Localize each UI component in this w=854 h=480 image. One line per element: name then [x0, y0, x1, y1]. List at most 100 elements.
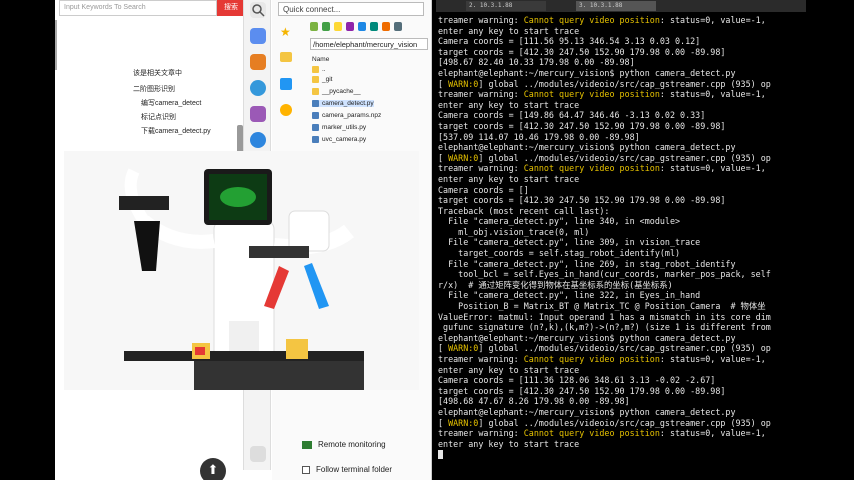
terminal-line: target coords = [412.30 247.50 152.90 17… — [438, 120, 726, 131]
checkbox[interactable] — [302, 465, 310, 474]
terminal-line: r/x) # 通过矩阵变化得到物体在基坐标系的坐标(基坐标系) — [438, 279, 673, 290]
terminal-line: Camera coords = [] — [438, 184, 529, 195]
terminal-line: treamer warning: Cannot query video posi… — [438, 15, 771, 25]
toc-item[interactable]: 下载camera_detect.py — [141, 126, 211, 136]
toc-item[interactable]: 编写camera_detect — [141, 98, 201, 108]
terminal-line: elephant@elephant:~/mercury_vision$ pyth… — [438, 142, 736, 153]
page-edge — [55, 20, 57, 70]
terminal-tab[interactable]: 2. 10.3.1.88 — [466, 1, 546, 11]
file-row[interactable]: marker_utils.py — [312, 124, 366, 131]
terminal-line: enter any key to start trace — [438, 438, 580, 449]
terminal-line: ValueError: matmul: Input operand 1 has … — [438, 311, 771, 322]
upload-icon[interactable] — [322, 22, 330, 31]
terminal-line: ml_obj.vision_trace(0, ml) — [438, 226, 590, 237]
terminal-line — [438, 449, 798, 460]
robot-video — [64, 151, 419, 390]
file-name: _git — [322, 76, 333, 84]
file-row[interactable]: uvc_camera.py — [312, 136, 366, 143]
follow-terminal-label: Follow terminal folder — [316, 465, 393, 474]
file-name: marker_utils.py — [322, 124, 367, 132]
terminal-line: [498.68 47.67 8.26 179.98 0.00 -89.98] — [438, 396, 630, 407]
terminal-line: File "camera_detect.py", line 309, in vi… — [438, 237, 701, 248]
folder-icon — [312, 88, 319, 95]
terminal-line: elephant@elephant:~/mercury_vision$ pyth… — [438, 406, 736, 417]
terminal-line: treamer warning: Cannot query video posi… — [438, 89, 771, 100]
refresh-icon[interactable] — [334, 22, 342, 31]
quick-connect-input[interactable]: Quick connect... — [278, 2, 424, 16]
toolbox-icon[interactable] — [250, 54, 266, 70]
terminal-icon[interactable] — [370, 22, 378, 31]
python-file-icon — [312, 100, 319, 107]
sftp-sidebar: ★ — [276, 22, 298, 152]
terminal-line: enter any key to start trace — [438, 99, 580, 110]
terminal-line: [ WARN:0] global ../modules/videoio/src/… — [438, 417, 771, 428]
terminal-line: Camera coords = [111.36 128.06 348.61 3.… — [438, 375, 716, 386]
toc-item[interactable]: 该是相关文章中 — [133, 68, 182, 78]
terminal-line: tool_bcl = self.Eyes_in_hand(cur_coords,… — [438, 269, 771, 280]
new-file-icon[interactable] — [382, 22, 390, 31]
arrow-up-icon[interactable]: ⬆ — [200, 458, 226, 480]
download-icon[interactable] — [346, 22, 354, 31]
tag-icon[interactable] — [250, 28, 266, 44]
toc-item[interactable]: 二阶图形识别 — [133, 84, 175, 94]
folder-icon[interactable] — [310, 22, 318, 31]
terminal-line: File "camera_detect.py", line 269, in st… — [438, 258, 736, 269]
file-name: camera_params.npz — [322, 112, 382, 120]
file-name: __pycache__ — [322, 88, 361, 96]
file-row[interactable]: camera_params.npz — [312, 112, 381, 119]
terminal-output: treamer warning: Cannot query video posi… — [438, 15, 798, 460]
settings-icon[interactable] — [250, 446, 266, 462]
terminal-line: enter any key to start trace — [438, 25, 580, 36]
star-icon[interactable]: ★ — [280, 26, 292, 38]
terminal-line: gufunc signature (n?,k),(k,m?)->(n?,m?) … — [438, 322, 771, 333]
blog-search-input[interactable]: Input Keywords To Search — [59, 0, 217, 16]
python-file-icon — [312, 124, 319, 131]
terminal-window[interactable]: treamer warning: Cannot query video posi… — [436, 12, 806, 480]
file-row[interactable]: camera_detect.py — [312, 100, 374, 108]
terminal-line: treamer warning: Cannot query video posi… — [438, 428, 771, 439]
terminal-line: target coords = [412.30 247.50 152.90 17… — [438, 46, 726, 57]
cursor — [438, 450, 443, 460]
home-icon[interactable] — [358, 22, 366, 31]
path-input[interactable]: /home/elephant/mercury_vision — [310, 38, 428, 50]
terminal-line: enter any key to start trace — [438, 364, 580, 375]
python-file-icon — [312, 136, 319, 143]
smiley-icon[interactable] — [280, 104, 292, 116]
terminal-line: elephant@elephant:~/mercury_vision$ pyth… — [438, 67, 736, 78]
terminal-line: File "camera_detect.py", line 340, in <m… — [438, 216, 681, 227]
file-list-header[interactable]: Name — [312, 56, 329, 63]
terminal-line: treamer warning: Cannot query video posi… — [438, 163, 771, 174]
remote-monitoring-label: Remote monitoring — [318, 440, 386, 449]
file-row[interactable]: __pycache__ — [312, 88, 361, 95]
file-row[interactable]: _git — [312, 76, 332, 83]
remote-monitoring-button[interactable]: Remote monitoring — [302, 440, 392, 460]
delete-icon[interactable] — [394, 22, 402, 31]
terminal-line: Camera coords = [149.86 64.47 346.46 -3.… — [438, 110, 706, 121]
terminal-line: File "camera_detect.py", line 322, in Ey… — [438, 290, 701, 301]
terminal-line: [ WARN:0] global ../modules/videoio/src/… — [438, 78, 771, 89]
monitor-icon — [302, 440, 312, 449]
terminal-tabbar: 2. 10.3.1.88 3. 10.3.1.88 — [436, 0, 806, 12]
terminal-line: enter any key to start trace — [438, 173, 580, 184]
user-icon[interactable] — [250, 80, 266, 96]
file-row[interactable]: .. — [312, 66, 326, 73]
terminal-line: [ WARN:0] global ../modules/videoio/src/… — [438, 152, 771, 163]
terminal-tab[interactable]: 3. 10.3.1.88 — [576, 1, 656, 11]
file-name: uvc_camera.py — [322, 136, 367, 144]
search-icon[interactable] — [250, 2, 266, 18]
follow-terminal-checkbox[interactable]: Follow terminal folder — [302, 465, 430, 479]
terminal-line: [537.09 114.07 10.46 179.98 0.00 -89.98] — [438, 131, 640, 142]
folder-icon — [312, 66, 319, 73]
terminal-line: [498.67 82.40 10.33 179.98 0.00 -89.98] — [438, 57, 635, 68]
monitor-icon[interactable] — [280, 78, 292, 90]
file-icon — [312, 112, 319, 119]
column-name: Name — [312, 56, 330, 63]
folder-icon[interactable] — [280, 52, 292, 62]
terminal-line: [ WARN:0] global ../modules/videoio/src/… — [438, 343, 771, 354]
puzzle-icon[interactable] — [250, 106, 266, 122]
terminal-line: Camera coords = [111.56 95.13 346.54 3.1… — [438, 36, 701, 47]
blog-search-button[interactable]: 搜索 — [217, 0, 245, 16]
toc-item[interactable]: 标记点识别 — [141, 112, 176, 122]
terminal-line: treamer warning: Cannot query video posi… — [438, 354, 771, 364]
edge-icon[interactable] — [250, 132, 266, 148]
